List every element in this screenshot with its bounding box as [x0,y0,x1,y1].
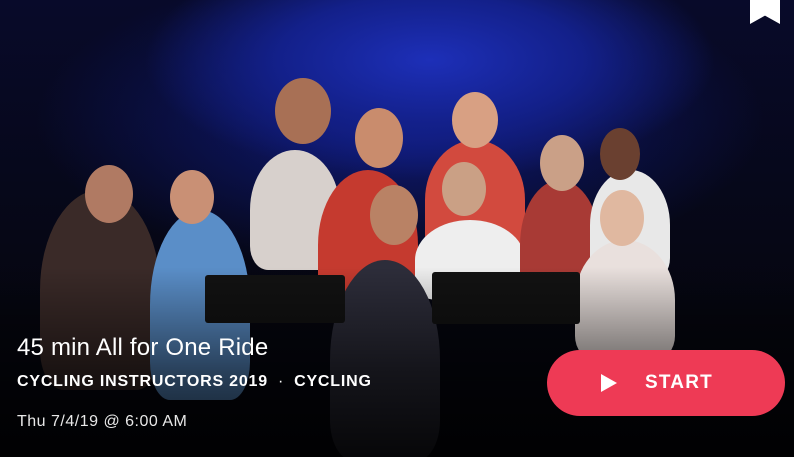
class-title: 45 min All for One Ride [17,334,269,361]
class-hero: 45 min All for One Ride CYCLING INSTRUCT… [0,0,794,457]
start-button[interactable]: START [547,350,785,416]
start-button-label: START [645,372,713,393]
class-datetime: Thu 7/4/19 @ 6:00 AM [17,413,188,430]
meta-separator: · [277,373,285,390]
class-meta: CYCLING INSTRUCTORS 2019 · CYCLING [17,373,372,391]
play-icon [601,374,618,392]
class-discipline: CYCLING [294,373,372,390]
class-series: CYCLING INSTRUCTORS 2019 [17,373,268,390]
